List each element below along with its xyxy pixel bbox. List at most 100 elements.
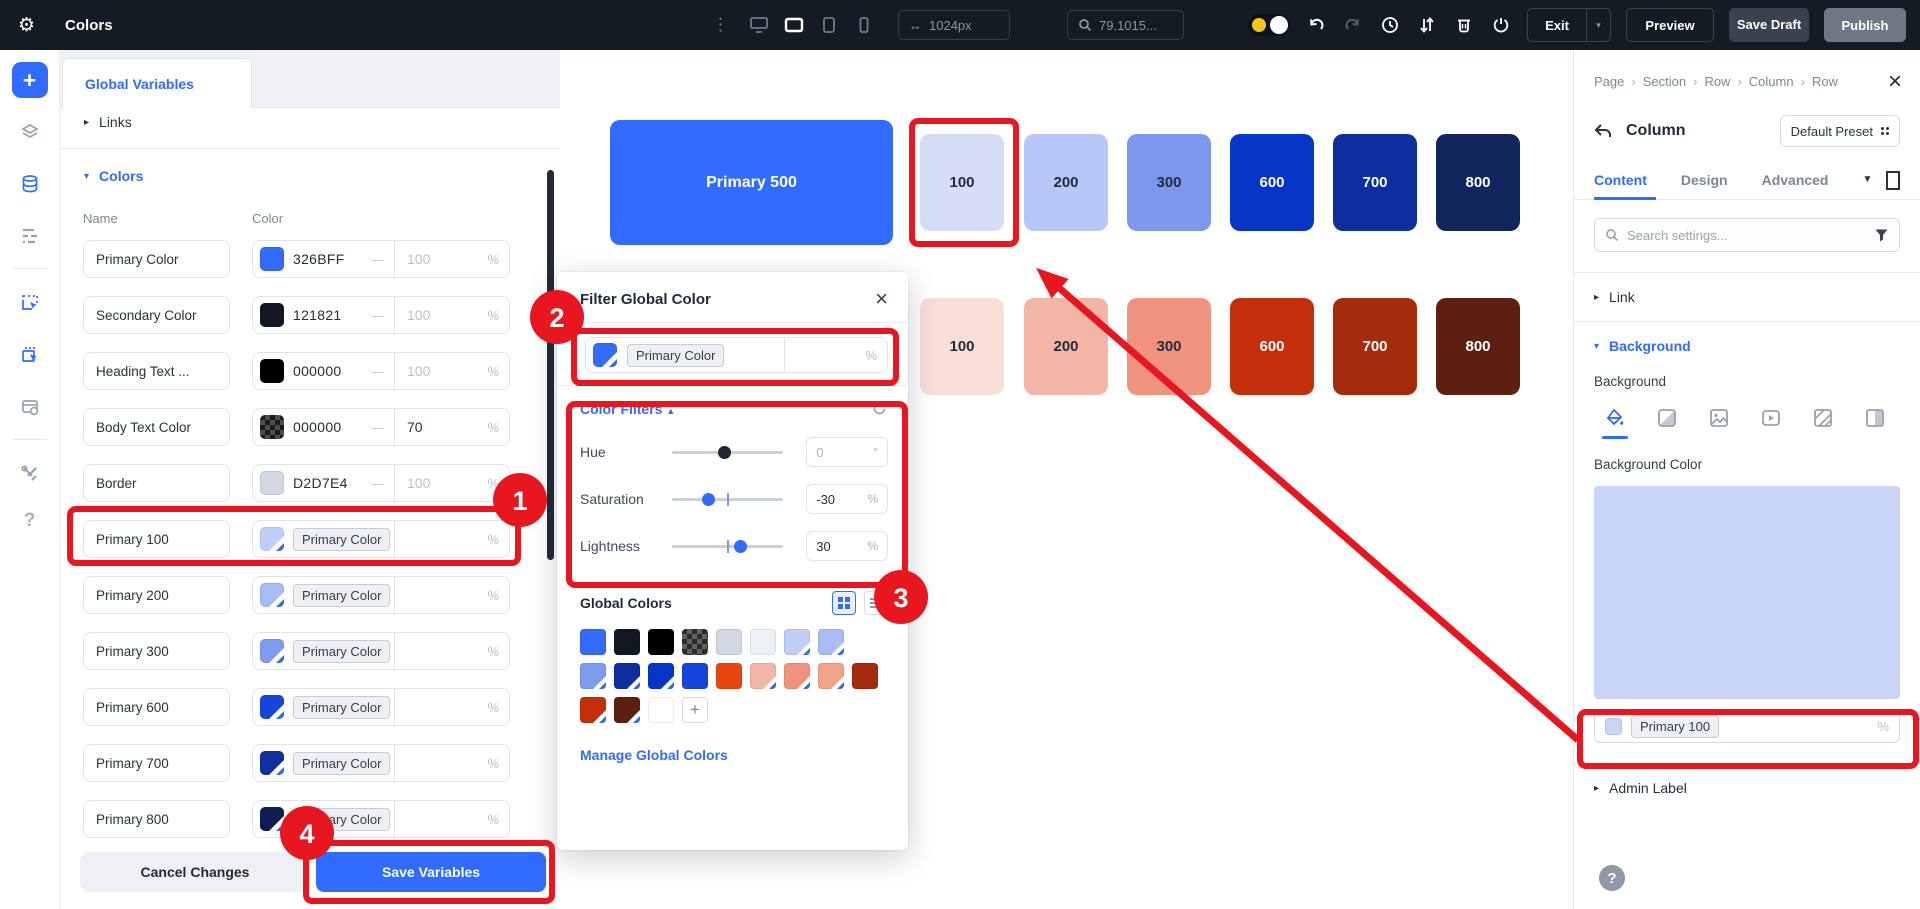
hex-value[interactable]: 121821 — [293, 307, 342, 323]
help-bubble-icon[interactable]: ? — [1599, 865, 1625, 891]
manage-global-colors-link[interactable]: Manage Global Colors — [557, 723, 908, 763]
layers-icon[interactable] — [12, 114, 48, 150]
background-color-field[interactable]: Primary 100 % — [1594, 709, 1900, 743]
alpha-value[interactable]: 100 — [407, 307, 487, 323]
back-arrow-icon[interactable] — [1594, 123, 1612, 139]
red-swatch-100[interactable]: 100 — [920, 298, 1004, 395]
hex-value[interactable]: 000000 — [293, 363, 342, 379]
exit-dropdown-caret[interactable]: ▾ — [1586, 9, 1610, 41]
variable-color-control[interactable]: Primary Color % — [252, 632, 510, 670]
exit-button[interactable]: Exit ▾ — [1527, 8, 1611, 42]
variable-name-input[interactable] — [83, 464, 230, 502]
variable-color-control[interactable]: 121821 — 100 % — [252, 296, 510, 334]
popup-close-icon[interactable]: × — [875, 288, 888, 310]
variable-color-control[interactable]: Primary Color % — [252, 576, 510, 614]
add-global-color-button[interactable]: + — [682, 697, 708, 723]
panel-scrollbar[interactable] — [547, 170, 554, 560]
red-swatch-800[interactable]: 800 — [1436, 298, 1520, 395]
canvas-zoom-input[interactable]: 79.1015... — [1067, 10, 1184, 40]
slider[interactable] — [672, 437, 783, 467]
breadcrumb-item-row[interactable]: Row — [1704, 74, 1730, 89]
save-draft-button[interactable]: Save Draft — [1729, 8, 1809, 42]
hex-value[interactable]: 000000 — [293, 419, 342, 435]
linked-color-chip[interactable]: Primary Color — [293, 584, 390, 607]
help-icon[interactable]: ? — [0, 510, 59, 532]
alpha-value[interactable]: 100 — [407, 251, 487, 267]
tab-design[interactable]: Design — [1681, 172, 1728, 200]
breadcrumb-item-column[interactable]: Column — [1749, 74, 1794, 89]
section-admin-label[interactable]: ▸ Admin Label — [1574, 764, 1920, 812]
popup-color-swatch[interactable] — [593, 343, 617, 367]
tabs-caret-icon[interactable]: ▼ — [1863, 174, 1873, 197]
global-color-swatch[interactable] — [716, 663, 742, 689]
global-color-swatch[interactable] — [614, 697, 640, 723]
color-swatch[interactable] — [260, 751, 284, 775]
blue-swatch-700[interactable]: 700 — [1333, 134, 1417, 231]
global-color-swatch[interactable] — [818, 629, 844, 655]
blue-swatch-800[interactable]: 800 — [1436, 134, 1520, 231]
tab-advanced[interactable]: Advanced — [1762, 172, 1829, 200]
variable-color-control[interactable]: Primary Color % — [252, 800, 510, 838]
background-image-icon[interactable] — [1708, 405, 1730, 431]
linked-color-chip[interactable]: Primary Color — [293, 752, 390, 775]
alpha-value[interactable]: 100 — [407, 475, 487, 491]
slider-handle[interactable] — [702, 493, 715, 506]
slider-value-input[interactable]: 30 % — [806, 531, 888, 561]
structure-icon[interactable] — [12, 218, 48, 254]
slider-value[interactable]: 0 — [816, 445, 873, 460]
settings-gear-icon[interactable]: ⚙ — [18, 14, 35, 37]
variable-name-input[interactable] — [83, 576, 230, 614]
breadcrumb-item-row[interactable]: Row — [1812, 74, 1838, 89]
hex-value[interactable]: 326BFF — [293, 251, 345, 267]
global-color-swatch[interactable] — [682, 629, 708, 655]
background-overlay-icon[interactable] — [1864, 405, 1886, 431]
variable-name-input[interactable] — [83, 408, 230, 446]
variable-color-control[interactable]: Primary Color % — [252, 688, 510, 726]
list-view-icon[interactable] — [864, 591, 888, 615]
variable-color-control[interactable]: 000000 — 100 % — [252, 352, 510, 390]
tab-content[interactable]: Content — [1594, 172, 1647, 200]
search-settings-input[interactable]: Search settings... — [1594, 218, 1900, 252]
hex-value[interactable]: D2D7E4 — [293, 475, 348, 491]
global-color-swatch[interactable] — [716, 629, 742, 655]
select-container-icon[interactable] — [12, 337, 48, 373]
blue-swatch-600[interactable]: 600 — [1230, 134, 1314, 231]
red-swatch-300[interactable]: 300 — [1127, 298, 1211, 395]
color-swatch[interactable] — [260, 247, 284, 271]
primary-500-block[interactable]: Primary 500 — [610, 120, 893, 245]
alpha-value[interactable]: 100 — [407, 363, 487, 379]
slider[interactable] — [672, 484, 783, 514]
variable-name-input[interactable] — [83, 296, 230, 334]
save-variables-button[interactable]: Save Variables — [316, 852, 546, 892]
variable-name-input[interactable] — [83, 800, 230, 838]
variable-color-control[interactable]: 000000 — 70 % — [252, 408, 510, 446]
default-preset-button[interactable]: Default Preset — [1780, 115, 1900, 147]
color-swatch[interactable] — [260, 359, 284, 383]
global-color-swatch[interactable] — [682, 663, 708, 689]
add-element-button[interactable]: + — [12, 62, 48, 98]
red-swatch-700[interactable]: 700 — [1333, 298, 1417, 395]
global-color-swatch[interactable] — [648, 663, 674, 689]
mini-color-swatch[interactable] — [1605, 718, 1622, 735]
linked-color-chip[interactable]: Primary 100 — [1631, 715, 1719, 738]
slider-handle[interactable] — [718, 446, 731, 459]
more-options-icon[interactable]: ⋮ — [712, 15, 729, 35]
undo-icon[interactable] — [1305, 14, 1327, 36]
select-element-icon[interactable] — [12, 285, 48, 321]
variable-name-input[interactable] — [83, 520, 230, 558]
linked-color-chip[interactable]: Primary Color — [293, 696, 390, 719]
color-swatch[interactable] — [260, 583, 284, 607]
section-background[interactable]: ▾ Background — [1574, 322, 1920, 370]
global-color-swatch[interactable] — [580, 697, 606, 723]
variable-name-input[interactable] — [83, 744, 230, 782]
slider-value[interactable]: -30 — [816, 492, 867, 507]
color-filters-toggle[interactable]: Color Filters ▲ — [580, 401, 675, 417]
tools-icon[interactable] — [12, 456, 48, 492]
global-color-swatch[interactable] — [648, 629, 674, 655]
color-swatch[interactable] — [260, 471, 284, 495]
import-export-icon[interactable] — [1416, 14, 1438, 36]
global-color-swatch[interactable] — [614, 629, 640, 655]
slider-value-input[interactable]: 0 ° — [806, 437, 888, 467]
blue-swatch-200[interactable]: 200 — [1024, 134, 1108, 231]
popup-color-field[interactable]: Primary Color % — [585, 337, 888, 373]
